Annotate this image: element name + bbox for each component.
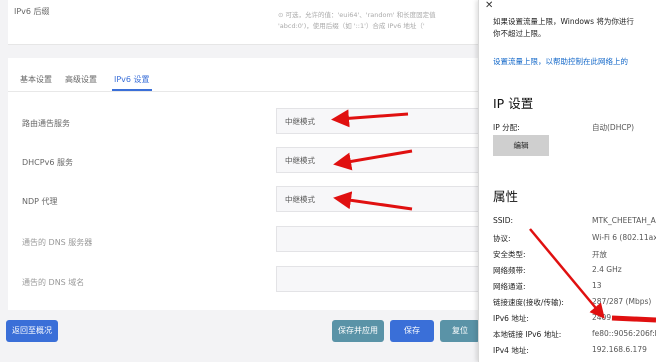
tab-advanced[interactable]: 高级设置: [65, 74, 97, 85]
set-data-limit-link[interactable]: 设置流量上限，以帮助控制在此网络上的: [493, 56, 628, 67]
prop-label-protocol: 协议:: [493, 234, 511, 243]
prop-label-link-speed: 链接速度(接收/传输):: [493, 298, 564, 307]
dns-domain-label: 通告的 DNS 域名: [22, 278, 85, 287]
data-limit-text-1: 如果设置流量上限，Windows 将为你进行: [493, 17, 634, 26]
prop-value-ipv6: 2409:: [592, 313, 614, 322]
properties-heading: 属性: [493, 189, 519, 204]
ra-service-select[interactable]: 中继模式: [276, 108, 478, 134]
prop-label-channel: 网络通道:: [493, 282, 526, 291]
tab-ipv6[interactable]: IPv6 设置: [114, 74, 150, 85]
ip-assign-value: 自动(DHCP): [592, 123, 635, 132]
prop-value-ipv4: 192.168.6.179: [592, 345, 647, 354]
prop-label-band: 网络频带:: [493, 266, 526, 275]
tab-divider: [8, 91, 478, 92]
edit-button[interactable]: 编辑: [493, 135, 549, 156]
prop-label-ssid: SSID:: [493, 216, 514, 225]
ndp-proxy-select[interactable]: 中继模式: [276, 186, 478, 212]
prop-value-protocol: Wi-Fi 6 (802.11ax): [592, 233, 656, 242]
ip-assign-label: IP 分配:: [493, 123, 520, 132]
active-tab-indicator: [112, 89, 152, 91]
ra-service-label: 路由通告服务: [22, 119, 70, 128]
close-icon[interactable]: ✕: [485, 0, 493, 11]
prop-value-link-local-ipv6: fe80::9056:206f:b: [592, 329, 656, 338]
prop-label-security: 安全类型:: [493, 250, 526, 259]
reset-button[interactable]: 复位: [440, 320, 480, 342]
save-apply-button[interactable]: 保存并应用: [332, 320, 384, 342]
ipv6-suffix-hint-1: ⊙ 可选，允许的值：'eui64'、'random' 和长度固定值: [278, 11, 436, 19]
prop-value-band: 2.4 GHz: [592, 265, 622, 274]
ndp-proxy-label: NDP 代理: [22, 197, 58, 206]
dns-server-input[interactable]: [276, 226, 478, 252]
ip-settings-heading: IP 设置: [493, 96, 534, 111]
dhcpv6-service-label: DHCPv6 服务: [22, 158, 73, 167]
back-to-overview-button[interactable]: 返回至概况: [6, 320, 58, 342]
prop-label-ipv6: IPv6 地址:: [493, 314, 529, 323]
dhcpv6-service-select[interactable]: 中继模式: [276, 147, 478, 173]
prop-label-link-local-ipv6: 本地链接 IPv6 地址:: [493, 330, 562, 339]
network-properties-window: ✕ 如果设置流量上限，Windows 将为你进行 你不超过上限。 设置流量上限，…: [478, 0, 656, 362]
prop-value-link-speed: 287/287 (Mbps): [592, 297, 652, 306]
settings-panel: 基本设置 高级设置 IPv6 设置 路由通告服务 中继模式 DHCPv6 服务 …: [8, 58, 478, 310]
ipv6-suffix-hint-2: 'abcd:0')，使用后缀（如 '::1'）合成 IPv6 地址（': [278, 22, 425, 30]
prop-value-channel: 13: [592, 281, 602, 290]
save-button[interactable]: 保存: [390, 320, 434, 342]
dns-server-label: 通告的 DNS 服务器: [22, 238, 93, 247]
prop-label-ipv4: IPv4 地址:: [493, 346, 529, 355]
ipv6-suffix-label: IPv6 后缀: [14, 7, 50, 16]
ipv6-suffix-row: IPv6 后缀 ⊙ 可选，允许的值：'eui64'、'random' 和长度固定…: [8, 0, 478, 45]
prop-value-security: 开放: [592, 250, 607, 259]
data-limit-text-2: 你不超过上限。: [493, 29, 546, 38]
prop-value-ssid: MTK_CHEETAH_A: [592, 216, 656, 225]
dns-domain-input[interactable]: [276, 266, 478, 292]
tab-basic[interactable]: 基本设置: [20, 74, 52, 85]
